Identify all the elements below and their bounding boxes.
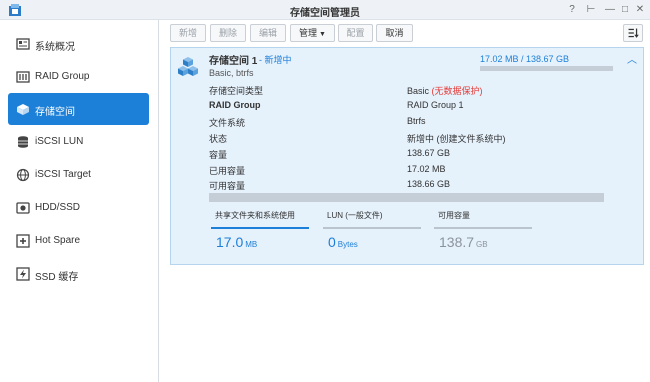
sidebar-item-label: RAID Group [35,71,90,82]
help-icon[interactable]: ? [566,3,578,16]
stat-unit: Bytes [337,240,358,249]
volume-cubes-icon [178,57,198,76]
cancel-button[interactable]: 取消 [376,24,413,42]
close-icon[interactable]: ✕ [634,3,646,16]
edit-button[interactable]: 编辑 [250,24,286,42]
stat-lun: LUN (一般文件) 0 Bytes [323,210,421,254]
plus-box-icon [16,234,30,248]
detail-row-available: 可用容量 138.66 GB [209,179,639,193]
detail-row-raid: RAID Group RAID Group 1 [209,100,639,114]
lightning-icon [16,267,30,281]
globe-icon [16,168,30,182]
chevron-down-icon: ▼ [319,31,326,38]
overview-icon [16,38,30,50]
protection-warning: (无数据保护) [431,86,483,96]
sidebar-item-overview[interactable]: 系统概况 [8,28,149,60]
sidebar-item-iscsi-target[interactable]: iSCSI Target [8,159,149,191]
detail-row-filesystem: 文件系统 Btrfs [209,116,639,130]
detail-row-capacity: 容量 138.67 GB [209,148,639,162]
stat-number: 17.0 [216,234,244,250]
sidebar-item-raid-group[interactable]: RAID Group [8,61,149,93]
stat-value: 0 Bytes [328,234,358,250]
manage-button-label: 管理 [299,28,318,38]
stat-value: 138.7 GB [439,234,488,250]
stat-number: 0 [328,234,336,250]
detail-key: 可用容量 [209,181,246,191]
sidebar: 系统概况 RAID Group 存储空间 iSCSI LUN iSCSI Tar… [0,20,159,382]
stat-shared-folders: 共享文件夹和系统使用 17.0 MB [211,210,309,254]
chevron-up-icon[interactable]: ︿ [626,55,638,67]
usage-text: 17.02 MB / 138.67 GB [480,54,570,64]
sidebar-item-label: iSCSI LUN [35,136,84,147]
stat-underline [211,227,309,229]
sidebar-item-label: iSCSI Target [35,169,91,180]
sort-button[interactable] [623,24,643,42]
volume-status: - 新增中 [259,55,292,65]
title-bar: 存储空间管理员 ? ⊢ — □ ✕ [0,0,650,20]
sidebar-item-label: SSD 缓存 [35,272,79,283]
volume-subtitle: Basic, btrfs [209,68,254,78]
volume-card[interactable]: 存储空间 1 - 新增中 Basic, btrfs 17.02 MB / 138… [170,47,644,265]
sidebar-item-hot-spare[interactable]: Hot Spare [8,225,149,257]
stat-underline [323,227,421,229]
raid-icon [16,71,30,83]
volume-icon [17,104,29,115]
detail-key: 已用容量 [209,166,246,176]
detail-value: 138.67 GB [407,148,451,158]
stat-available: 可用容量 138.7 GB [434,210,532,254]
pin-icon[interactable]: ⊢ [585,3,597,16]
detail-row-type: 存储空间类型 Basic (无数据保护) [209,84,639,98]
detail-value: Basic (无数据保护) [407,84,483,97]
sidebar-item-label: HDD/SSD [35,202,81,213]
sidebar-item-iscsi-lun[interactable]: iSCSI LUN [8,126,149,158]
detail-key: RAID Group [209,100,261,110]
sidebar-item-label: 系统概况 [35,42,75,53]
detail-key: 状态 [209,134,228,144]
hdd-icon [16,202,30,214]
maximize-icon[interactable]: □ [619,3,631,16]
volume-name: 存储空间 1 [209,56,258,67]
config-button[interactable]: 配置 [338,24,373,42]
detail-value: 新增中 (创建文件系统中) [407,134,506,144]
detail-value-main: Basic [407,86,430,96]
stat-number: 138.7 [439,234,475,250]
database-icon [18,136,28,148]
delete-button[interactable]: 删除 [210,24,246,42]
sidebar-item-ssd-cache[interactable]: SSD 缓存 [8,258,149,290]
stat-label: 共享文件夹和系统使用 [215,211,295,220]
detail-key: 容量 [209,150,228,160]
detail-key: 文件系统 [209,118,246,128]
manage-button[interactable]: 管理 ▼ [290,24,335,42]
sidebar-item-label: 存储空间 [35,107,75,118]
stat-unit: GB [476,240,488,249]
new-button[interactable]: 新增 [170,24,206,42]
detail-key: 存储空间类型 [209,86,264,96]
detail-row-used: 已用容量 17.02 MB [209,164,639,178]
stat-value: 17.0 MB [216,234,257,250]
capacity-bar [209,193,604,202]
stat-label: 可用容量 [438,211,470,220]
stat-underline [434,227,532,229]
sidebar-item-label: Hot Spare [35,235,81,246]
minimize-icon[interactable]: — [604,3,616,16]
usage-bar [480,66,613,71]
detail-value: RAID Group 1 [407,100,464,110]
sidebar-item-volume[interactable]: 存储空间 [8,93,149,125]
stat-label: LUN (一般文件) [327,211,383,220]
window-title: 存储空间管理员 [290,8,360,19]
detail-value: Btrfs [407,116,426,126]
detail-row-status: 状态 新增中 (创建文件系统中) [209,132,639,146]
sidebar-item-hdd-ssd[interactable]: HDD/SSD [8,192,149,224]
detail-value: 138.66 GB [407,179,451,189]
stat-unit: MB [245,240,258,249]
sort-icon [628,28,639,38]
detail-value: 17.02 MB [407,164,446,174]
